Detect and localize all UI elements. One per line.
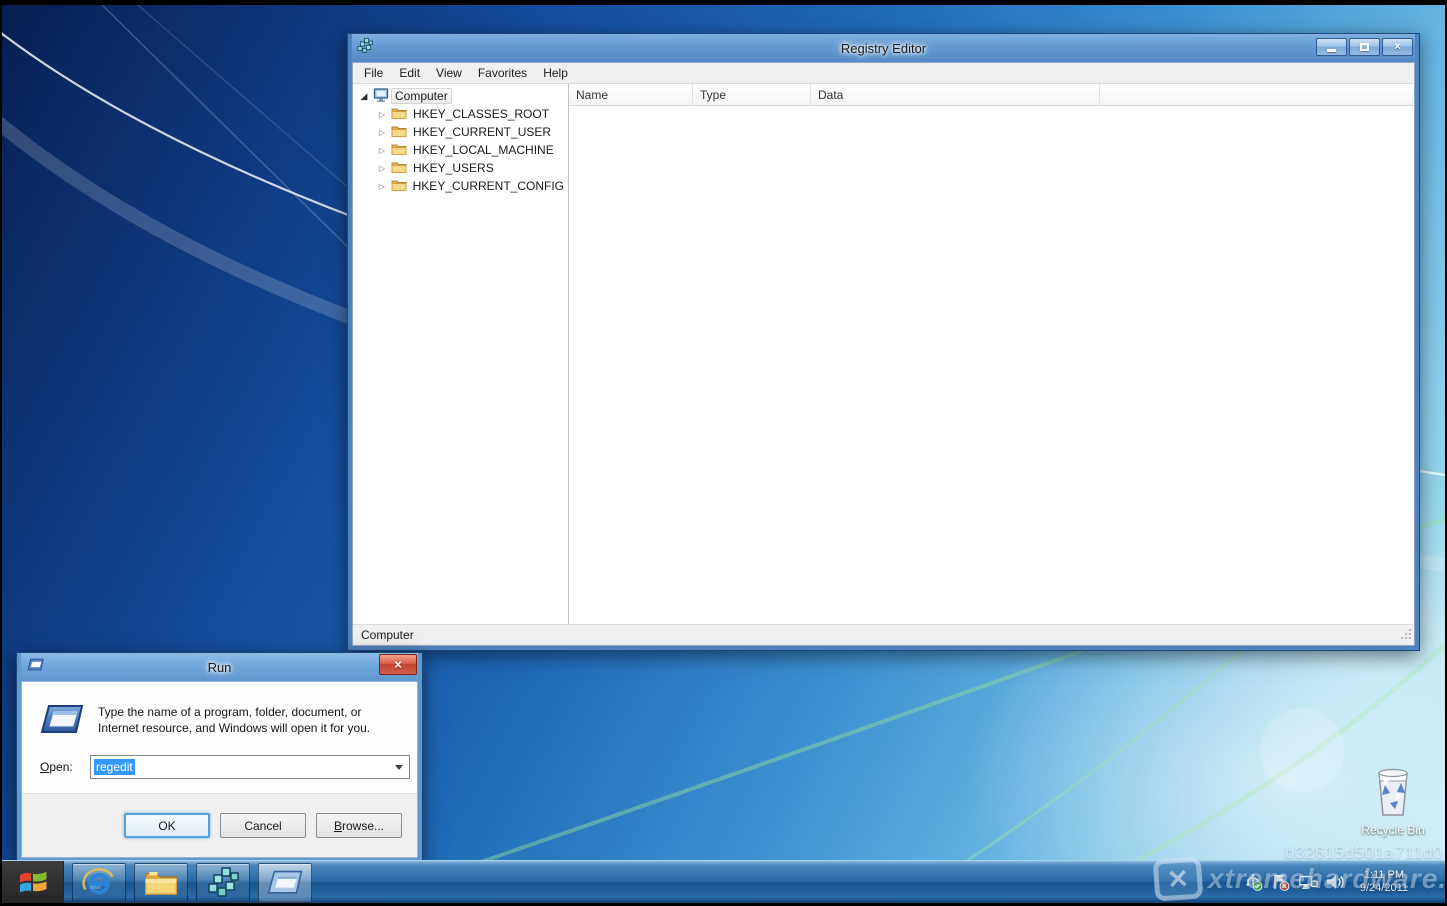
menu-help[interactable]: Help — [535, 64, 576, 82]
tree-label[interactable]: HKEY_LOCAL_MACHINE — [409, 142, 558, 158]
collapsed-arrow-icon[interactable]: ▷ — [375, 164, 389, 173]
system-tray: 1:11 PM 9/24/2011 — [1244, 861, 1445, 903]
run-window-icon — [267, 868, 303, 898]
open-label: Open: — [40, 760, 90, 774]
resize-grip[interactable] — [1400, 628, 1413, 644]
open-input-value[interactable]: regedit — [94, 759, 135, 775]
regedit-app-icon — [357, 38, 373, 59]
run-dialog: Run × — [16, 652, 423, 863]
menu-view[interactable]: View — [428, 64, 470, 82]
column-header-data[interactable]: Data — [811, 84, 1100, 105]
statusbar-text: Computer — [361, 628, 414, 642]
computer-icon — [371, 88, 391, 105]
chevron-down-icon — [395, 765, 403, 770]
run-dialog-icon — [40, 702, 84, 747]
desktop: Recycle Bin b32615d501a711d0 — [2, 5, 1445, 903]
tree-label[interactable]: HKEY_USERS — [409, 160, 498, 176]
folder-icon — [389, 107, 409, 122]
column-header-type[interactable]: Type — [693, 84, 811, 105]
regedit-menubar: File Edit View Favorites Help — [353, 63, 1414, 84]
expanded-arrow-icon[interactable]: ◢ — [357, 91, 371, 102]
registry-values-pane: Name Type Data — [569, 84, 1414, 624]
collapsed-arrow-icon[interactable]: ▷ — [375, 146, 389, 155]
tree-node-hkey-local-machine[interactable]: ▷ HKEY_LOCAL_MACHINE — [357, 141, 568, 159]
browse-button[interactable]: Browse... — [316, 813, 402, 838]
open-combobox[interactable]: regedit — [90, 755, 410, 779]
close-icon: × — [394, 657, 402, 672]
run-close-button[interactable]: × — [379, 654, 417, 675]
regedit-statusbar: Computer — [353, 624, 1414, 645]
combobox-dropdown-button[interactable] — [389, 756, 409, 778]
regedit-cubes-icon — [207, 867, 239, 899]
taskbar-item-registry-editor[interactable] — [196, 863, 250, 902]
clock-date: 9/24/2011 — [1360, 882, 1408, 895]
menu-favorites[interactable]: Favorites — [470, 64, 535, 82]
menu-file[interactable]: File — [356, 64, 391, 82]
action-center-flag-icon[interactable] — [1271, 873, 1291, 891]
registry-editor-window: Registry Editor × File Edit View Favorit… — [347, 33, 1420, 651]
column-headers: Name Type Data — [569, 84, 1414, 106]
tree-label[interactable]: HKEY_CURRENT_USER — [409, 124, 555, 140]
screen: Recycle Bin b32615d501a711d0 — [0, 0, 1447, 906]
recycle-bin-icon — [1371, 804, 1415, 821]
minimize-icon — [1327, 49, 1336, 52]
taskbar-item-run[interactable] — [258, 863, 312, 902]
run-title: Run — [21, 660, 418, 675]
run-titlebar[interactable]: Run × — [21, 653, 418, 681]
collapsed-arrow-icon[interactable]: ▷ — [375, 110, 389, 119]
menu-edit[interactable]: Edit — [391, 64, 428, 82]
volume-icon[interactable] — [1325, 873, 1345, 891]
internet-explorer-icon — [82, 867, 116, 899]
maximize-icon — [1360, 43, 1369, 51]
taskbar-clock[interactable]: 1:11 PM 9/24/2011 — [1352, 869, 1416, 895]
tree-label-computer[interactable]: Computer — [391, 88, 452, 104]
network-icon[interactable] — [1298, 873, 1318, 891]
tree-node-hkey-classes-root[interactable]: ▷ HKEY_CLASSES_ROOT — [357, 105, 568, 123]
collapsed-arrow-icon[interactable]: ▷ — [375, 128, 389, 137]
cancel-button[interactable]: Cancel — [220, 813, 306, 838]
close-icon: × — [1394, 41, 1400, 53]
folder-icon — [389, 161, 409, 176]
column-header-name[interactable]: Name — [569, 84, 693, 105]
values-list-empty[interactable] — [569, 106, 1414, 624]
registry-tree-pane: ◢ Computer — [353, 84, 569, 624]
column-header-filler — [1100, 84, 1414, 105]
taskbar-item-internet-explorer[interactable] — [72, 863, 126, 902]
folder-icon — [144, 869, 178, 897]
folder-icon — [389, 143, 409, 158]
tree-label[interactable]: HKEY_CLASSES_ROOT — [409, 106, 553, 122]
close-button[interactable]: × — [1382, 38, 1413, 56]
run-description: Type the name of a program, folder, docu… — [98, 704, 405, 747]
taskbar: 1:11 PM 9/24/2011 — [2, 860, 1445, 903]
usb-safely-remove-icon[interactable] — [1244, 873, 1264, 891]
recycle-bin[interactable]: Recycle Bin — [1358, 765, 1428, 837]
taskbar-item-file-explorer[interactable] — [134, 863, 188, 902]
run-app-icon — [27, 658, 44, 676]
start-button[interactable] — [2, 861, 64, 903]
ok-button[interactable]: OK — [124, 813, 210, 838]
tree-label[interactable]: HKEY_CURRENT_CONFIG — [409, 178, 568, 194]
registry-editor-title: Registry Editor — [352, 41, 1415, 56]
maximize-button[interactable] — [1349, 38, 1380, 56]
folder-icon — [389, 125, 409, 140]
clock-time: 1:11 PM — [1360, 869, 1408, 882]
tree-node-hkey-current-user[interactable]: ▷ HKEY_CURRENT_USER — [357, 123, 568, 141]
tree-node-computer[interactable]: ◢ Computer — [357, 87, 568, 105]
tree-node-hkey-users[interactable]: ▷ HKEY_USERS — [357, 159, 568, 177]
windows-logo-icon — [17, 868, 49, 896]
registry-editor-titlebar[interactable]: Registry Editor × — [352, 34, 1415, 62]
collapsed-arrow-icon[interactable]: ▷ — [375, 182, 389, 191]
folder-icon — [389, 179, 409, 194]
recycle-bin-label: Recycle Bin — [1358, 823, 1428, 837]
tree-node-hkey-current-config[interactable]: ▷ HKEY_CURRENT_CONFIG — [357, 177, 568, 195]
minimize-button[interactable] — [1316, 38, 1347, 56]
